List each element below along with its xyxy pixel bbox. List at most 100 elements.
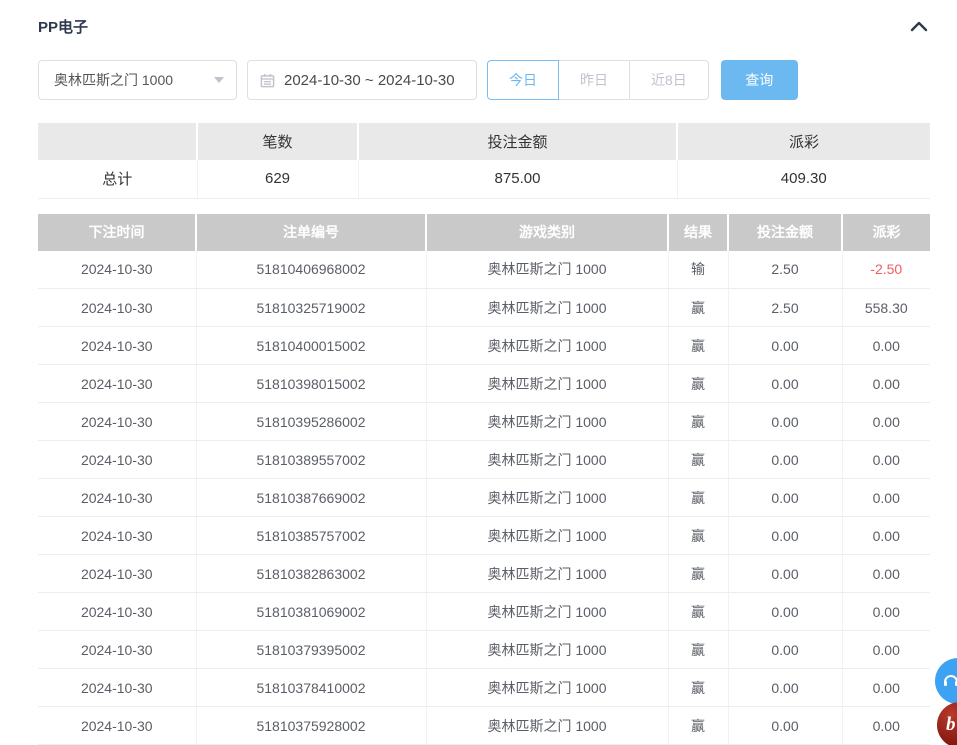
bet-result-cell: 赢 xyxy=(668,707,728,745)
bet-date-cell: 2024-10-30 xyxy=(38,403,196,441)
summary-header-row: 笔数投注金额派彩 xyxy=(38,123,930,160)
date-range-value: 2024-10-30 ~ 2024-10-30 xyxy=(284,72,455,89)
quick-range-button[interactable]: 近8日 xyxy=(629,60,709,100)
bet-result-cell: 赢 xyxy=(668,479,728,517)
bet-date-cell: 2024-10-30 xyxy=(38,365,196,403)
bet-amount-cell: 0.00 xyxy=(728,441,842,479)
bet-amount-cell: 0.00 xyxy=(728,707,842,745)
quick-range-button[interactable]: 昨日 xyxy=(558,60,630,100)
bet-game-cell: 奥林匹斯之门 1000 xyxy=(426,327,668,365)
game-select[interactable]: 奥林匹斯之门 1000 xyxy=(38,60,237,100)
bet-date-cell: 2024-10-30 xyxy=(38,707,196,745)
bet-game-cell: 奥林匹斯之门 1000 xyxy=(426,669,668,707)
table-row: 2024-10-30 51810395286002 奥林匹斯之门 1000 赢 … xyxy=(38,403,930,441)
quick-range-button[interactable]: 今日 xyxy=(487,60,559,100)
bet-game-cell: 奥林匹斯之门 1000 xyxy=(426,403,668,441)
bet-order-cell: 51810389557002 xyxy=(196,441,426,479)
bet-result-cell: 赢 xyxy=(668,517,728,555)
panel-header: PP电子 xyxy=(38,16,930,36)
chevron-down-icon xyxy=(214,77,224,83)
bet-result-cell: 赢 xyxy=(668,593,728,631)
bet-game-cell: 奥林匹斯之门 1000 xyxy=(426,365,668,403)
bet-date-cell: 2024-10-30 xyxy=(38,555,196,593)
bet-result-cell: 赢 xyxy=(668,403,728,441)
summary-header-cell: 派彩 xyxy=(677,123,930,160)
bet-result-cell: 赢 xyxy=(668,631,728,669)
summary-header-cell: 笔数 xyxy=(197,123,358,160)
bet-date-cell: 2024-10-30 xyxy=(38,593,196,631)
game-select-value: 奥林匹斯之门 1000 xyxy=(54,70,173,90)
pp-games-panel: PP电子 奥林匹斯之门 1000 2024-10-30 ~ 2024-10-30 xyxy=(0,0,957,745)
bet-date-cell: 2024-10-30 xyxy=(38,251,196,289)
support-float-button[interactable] xyxy=(935,658,957,704)
bets-header-cell: 结果 xyxy=(668,214,728,251)
bet-payout-cell: 0.00 xyxy=(842,593,930,631)
query-button[interactable]: 查询 xyxy=(721,60,798,100)
bet-result-cell: 输 xyxy=(668,251,728,289)
bet-payout-cell: 558.30 xyxy=(842,289,930,327)
filter-bar: 奥林匹斯之门 1000 2024-10-30 ~ 2024-10-30 今日 昨… xyxy=(38,60,930,100)
bet-order-cell: 51810379395002 xyxy=(196,631,426,669)
table-row: 2024-10-30 51810379395002 奥林匹斯之门 1000 赢 … xyxy=(38,631,930,669)
bet-date-cell: 2024-10-30 xyxy=(38,289,196,327)
summary-total-label: 总计 xyxy=(38,160,197,198)
table-row: 2024-10-30 51810387669002 奥林匹斯之门 1000 赢 … xyxy=(38,479,930,517)
table-row: 2024-10-30 51810325719002 奥林匹斯之门 1000 赢 … xyxy=(38,289,930,327)
bet-game-cell: 奥林匹斯之门 1000 xyxy=(426,707,668,745)
table-row: 2024-10-30 51810389557002 奥林匹斯之门 1000 赢 … xyxy=(38,441,930,479)
table-row: 2024-10-30 51810381069002 奥林匹斯之门 1000 赢 … xyxy=(38,593,930,631)
summary-total-row: 总计 629 875.00 409.30 xyxy=(38,160,930,198)
bet-payout-cell: 0.00 xyxy=(842,517,930,555)
bet-payout-cell: 0.00 xyxy=(842,365,930,403)
bet-payout-cell: 0.00 xyxy=(842,441,930,479)
bet-result-cell: 赢 xyxy=(668,365,728,403)
bet-payout-cell: 0.00 xyxy=(842,669,930,707)
table-row: 2024-10-30 51810398015002 奥林匹斯之门 1000 赢 … xyxy=(38,365,930,403)
bets-header-row: 下注时间注单编号游戏类别结果投注金额派彩 xyxy=(38,214,930,251)
summary-total-payout: 409.30 xyxy=(677,160,930,198)
brand-letter: b xyxy=(946,714,956,736)
table-row: 2024-10-30 51810382863002 奥林匹斯之门 1000 赢 … xyxy=(38,555,930,593)
brand-float-button[interactable]: b xyxy=(937,702,957,745)
bet-payout-cell: 0.00 xyxy=(842,707,930,745)
page-title: PP电子 xyxy=(38,16,88,37)
bet-date-cell: 2024-10-30 xyxy=(38,441,196,479)
bet-game-cell: 奥林匹斯之门 1000 xyxy=(426,555,668,593)
bet-payout-cell: -2.50 xyxy=(842,251,930,289)
bet-result-cell: 赢 xyxy=(668,669,728,707)
table-row: 2024-10-30 51810385757002 奥林匹斯之门 1000 赢 … xyxy=(38,517,930,555)
summary-total-bet: 875.00 xyxy=(358,160,677,198)
bet-order-cell: 51810375928002 xyxy=(196,707,426,745)
bet-order-cell: 51810381069002 xyxy=(196,593,426,631)
date-range-input[interactable]: 2024-10-30 ~ 2024-10-30 xyxy=(247,60,477,100)
table-row: 2024-10-30 51810375928002 奥林匹斯之门 1000 赢 … xyxy=(38,707,930,745)
bet-amount-cell: 0.00 xyxy=(728,403,842,441)
bets-table: 下注时间注单编号游戏类别结果投注金额派彩 2024-10-30 51810406… xyxy=(38,214,930,745)
bet-order-cell: 51810325719002 xyxy=(196,289,426,327)
bet-order-cell: 51810395286002 xyxy=(196,403,426,441)
bets-header-cell: 注单编号 xyxy=(196,214,426,251)
bet-payout-cell: 0.00 xyxy=(842,555,930,593)
bet-order-cell: 51810382863002 xyxy=(196,555,426,593)
summary-table: 笔数投注金额派彩 总计 629 875.00 409.30 xyxy=(38,123,930,199)
bet-date-cell: 2024-10-30 xyxy=(38,327,196,365)
bet-amount-cell: 0.00 xyxy=(728,517,842,555)
bet-amount-cell: 0.00 xyxy=(728,669,842,707)
bet-result-cell: 赢 xyxy=(668,289,728,327)
table-row: 2024-10-30 51810378410002 奥林匹斯之门 1000 赢 … xyxy=(38,669,930,707)
collapse-button[interactable] xyxy=(908,16,930,36)
bets-header-cell: 游戏类别 xyxy=(426,214,668,251)
bet-amount-cell: 0.00 xyxy=(728,593,842,631)
bet-order-cell: 51810378410002 xyxy=(196,669,426,707)
bet-amount-cell: 0.00 xyxy=(728,327,842,365)
bet-payout-cell: 0.00 xyxy=(842,631,930,669)
bet-amount-cell: 0.00 xyxy=(728,479,842,517)
bet-game-cell: 奥林匹斯之门 1000 xyxy=(426,517,668,555)
bet-amount-cell: 0.00 xyxy=(728,631,842,669)
bet-date-cell: 2024-10-30 xyxy=(38,669,196,707)
bet-game-cell: 奥林匹斯之门 1000 xyxy=(426,479,668,517)
bet-payout-cell: 0.00 xyxy=(842,479,930,517)
quick-range-group: 今日 昨日 近8日 xyxy=(487,60,709,100)
bet-date-cell: 2024-10-30 xyxy=(38,517,196,555)
bet-game-cell: 奥林匹斯之门 1000 xyxy=(426,441,668,479)
